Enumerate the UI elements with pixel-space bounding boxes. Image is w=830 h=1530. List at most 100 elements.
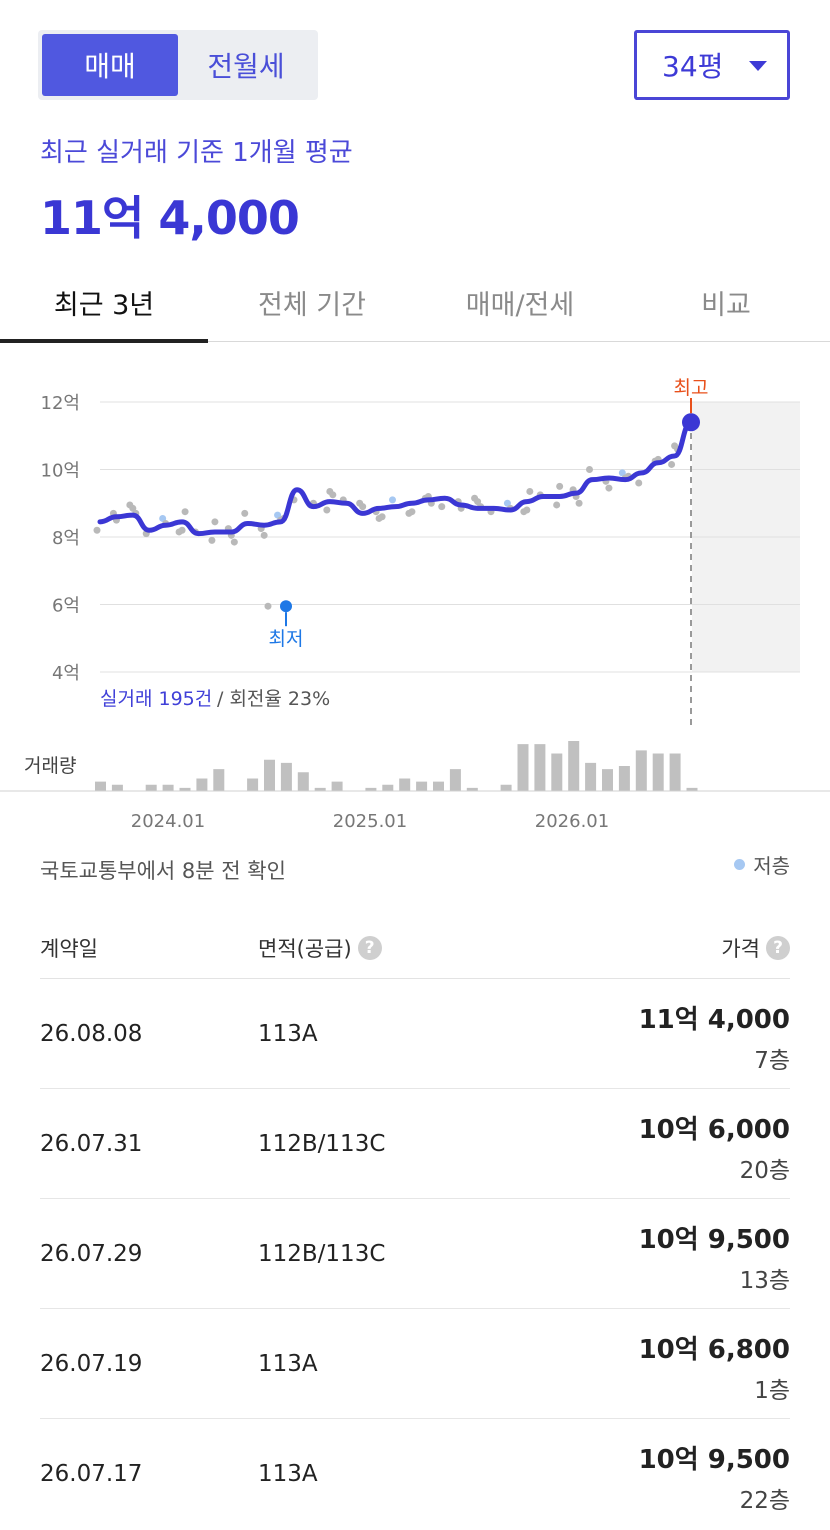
row-date: 26.07.31 [40, 1131, 143, 1157]
average-price-caption: 최근 실거래 기준 1개월 평균 [40, 138, 353, 168]
table-row[interactable]: 26.07.17 113A 10억 9,500 22층 [40, 1419, 790, 1529]
volume-bar [196, 778, 208, 791]
volume-bar [433, 781, 444, 791]
volume-bar [145, 784, 157, 791]
trade-dot [260, 531, 268, 539]
trade-dot [575, 499, 583, 507]
table-row[interactable]: 26.08.08 113A 11억 4,000 7층 [40, 979, 790, 1089]
row-date: 26.07.29 [40, 1241, 143, 1267]
trade-dot [230, 538, 238, 546]
trade-dot [438, 503, 446, 511]
row-area: 112B/113C [258, 1131, 386, 1157]
y-tick-label: 6억 [52, 596, 80, 617]
volume-bar [111, 784, 123, 791]
volume-bar [500, 784, 512, 791]
trade-dot [553, 501, 561, 509]
volume-bar [449, 769, 461, 791]
volume-bar [551, 753, 563, 791]
volume-bar [213, 769, 225, 791]
volume-bar [602, 769, 613, 791]
header-contract-date-label: 계약일 [40, 937, 98, 961]
tab-all-period[interactable]: 전체 기간 [208, 262, 416, 342]
trade-table-header: 계약일 면적(공급) ? 가격 ? [40, 915, 790, 979]
volume-bar [585, 762, 597, 791]
max-price-label: 최고 [674, 377, 709, 399]
row-area: 113A [258, 1351, 318, 1377]
rent-tab-button[interactable]: 전월세 [178, 34, 314, 96]
deal-type-toggle: 매매 전월세 [38, 30, 318, 100]
volume-bar [264, 759, 275, 791]
trade-dot [208, 536, 216, 544]
volume-bar [652, 753, 664, 791]
volume-bar [247, 778, 259, 791]
volume-bar [297, 772, 309, 791]
tab-recent-3y[interactable]: 최근 3년 [0, 262, 208, 342]
row-price: 10억 9,500 [638, 1225, 790, 1255]
row-price: 10억 6,000 [638, 1115, 790, 1145]
trade-dot [378, 513, 386, 521]
trade-dot [359, 503, 367, 511]
header-area-label: 면적(공급) [258, 937, 352, 961]
trade-dot [93, 526, 101, 534]
y-tick-label: 4억 [52, 663, 80, 684]
row-area: 113A [258, 1461, 318, 1487]
header-price: 가격 ? [721, 933, 790, 963]
max-price-marker [682, 413, 700, 432]
trade-dot [523, 506, 531, 514]
volume-bar [618, 766, 630, 791]
help-icon[interactable]: ? [766, 936, 790, 960]
header-area: 면적(공급) ? [258, 933, 382, 963]
volume-bar [382, 784, 394, 791]
volume-bar [669, 753, 681, 791]
trade-dot [323, 506, 331, 514]
volume-bar [280, 762, 292, 791]
low-floor-legend: 저층 [734, 850, 790, 879]
x-tick-label: 2025.01 [333, 811, 407, 832]
table-row[interactable]: 26.07.31 112B/113C 10억 6,000 20층 [40, 1089, 790, 1199]
trade-dot [635, 479, 643, 487]
volume-bar [517, 744, 529, 791]
min-price-label: 최저 [269, 628, 304, 650]
period-tabs: 최근 3년 전체 기간 매매/전세 비교 [0, 262, 830, 343]
row-price: 10억 6,800 [638, 1335, 790, 1365]
active-tab-indicator [0, 339, 208, 343]
low-floor-legend-label: 저층 [753, 854, 790, 878]
x-tick-label: 2024.01 [131, 811, 205, 832]
row-area: 113A [258, 1021, 318, 1047]
size-dropdown-value: 34평 [662, 50, 724, 83]
header-price-label: 가격 [721, 937, 760, 961]
trade-dot [556, 482, 564, 490]
trade-dot [178, 526, 186, 534]
volume-bar [568, 741, 580, 791]
size-dropdown[interactable]: 34평 [634, 30, 790, 100]
row-floor: 7층 [754, 1048, 790, 1074]
volume-bar [162, 784, 174, 791]
low-floor-dot-icon [734, 859, 746, 870]
volume-bar [399, 778, 411, 791]
trade-dot [241, 509, 249, 517]
turnover-label: / 회전율 23% [217, 688, 330, 710]
row-date: 26.07.19 [40, 1351, 143, 1377]
min-price-marker [280, 600, 292, 613]
trade-dot [408, 508, 416, 516]
row-floor: 20층 [739, 1158, 790, 1184]
trade-dot [526, 487, 534, 495]
row-date: 26.07.17 [40, 1461, 143, 1487]
sale-tab-button[interactable]: 매매 [42, 34, 178, 96]
trade-table-body: 26.08.08 113A 11억 4,000 7층 26.07.31 112B… [40, 979, 790, 1529]
table-row[interactable]: 26.07.29 112B/113C 10억 9,500 13층 [40, 1199, 790, 1309]
help-icon[interactable]: ? [357, 936, 382, 960]
trade-dot [605, 484, 613, 492]
trade-dot [264, 602, 272, 610]
price-chart[interactable]: 12억 10억 8억 6억 4억 최고최저 실거래 195건 / 회전율 23% 거래량… [0, 350, 830, 840]
tab-sale-jeonse[interactable]: 매매/전세 [416, 262, 624, 342]
table-row[interactable]: 26.07.19 113A 10억 6,800 1층 [40, 1309, 790, 1419]
data-source-text: 국토교통부에서 8분 전 확인 [40, 859, 286, 883]
row-floor: 13층 [739, 1268, 790, 1294]
volume-axis-label: 거래량 [24, 755, 76, 777]
trade-dot [329, 491, 337, 499]
caret-down-icon [749, 61, 767, 71]
volume-bar [534, 744, 546, 791]
tab-compare[interactable]: 비교 [622, 262, 830, 342]
row-area: 112B/113C [258, 1241, 386, 1267]
